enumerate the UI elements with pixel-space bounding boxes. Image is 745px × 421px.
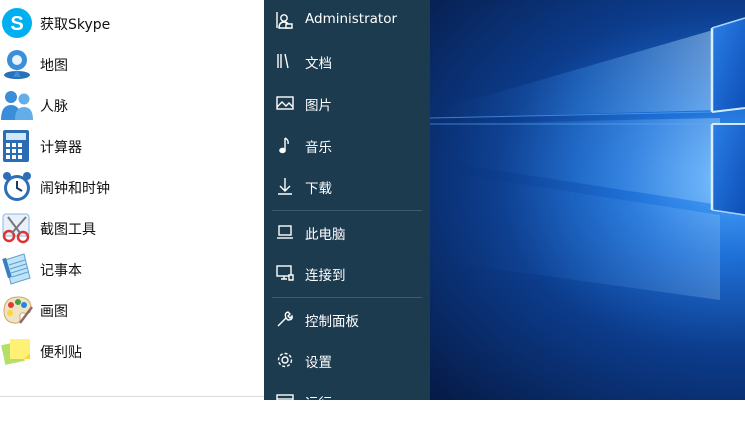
nav-item-this-pc[interactable]: 此电脑 bbox=[264, 212, 430, 252]
app-item-paint[interactable]: 画图 bbox=[0, 289, 264, 330]
this-pc-icon bbox=[275, 222, 295, 242]
run-icon bbox=[275, 391, 295, 411]
app-item-skype[interactable]: S 获取Skype bbox=[0, 2, 264, 43]
nav-item-control-panel[interactable]: 控制面板 bbox=[264, 299, 430, 339]
connect-icon bbox=[275, 263, 295, 283]
app-label-maps: 地图 bbox=[40, 58, 68, 74]
app-list-divider bbox=[0, 396, 264, 397]
app-item-notepad[interactable]: 记事本 bbox=[0, 248, 264, 289]
nav-item-connect[interactable]: 连接到 bbox=[264, 253, 430, 293]
app-label-skype: 获取Skype bbox=[40, 17, 111, 33]
nav-label-pictures: 图片 bbox=[305, 98, 332, 114]
nav-label-music: 音乐 bbox=[305, 140, 332, 156]
nav-item-settings[interactable]: 设置 bbox=[264, 340, 430, 380]
nav-label-connect: 连接到 bbox=[305, 268, 346, 284]
svg-text:S: S bbox=[10, 13, 23, 35]
nav-divider bbox=[272, 210, 422, 211]
app-item-snipping-tool[interactable]: 截图工具 bbox=[0, 207, 264, 248]
nav-label-user: Administrator bbox=[305, 11, 398, 27]
nav-label-documents: 文档 bbox=[305, 56, 332, 72]
app-label-calculator: 计算器 bbox=[40, 140, 82, 156]
app-label-snipping-tool: 截图工具 bbox=[40, 222, 96, 238]
desktop-wallpaper bbox=[430, 0, 745, 400]
nav-item-pictures[interactable]: 图片 bbox=[264, 83, 430, 123]
app-label-sticky-notes: 便利贴 bbox=[40, 345, 82, 361]
nav-divider bbox=[272, 297, 422, 298]
skype-icon: S bbox=[0, 6, 34, 40]
nav-item-downloads[interactable]: 下载 bbox=[264, 166, 430, 206]
nav-item-documents[interactable]: 文档 bbox=[264, 41, 430, 81]
user-account-icon bbox=[275, 10, 295, 30]
people-icon bbox=[0, 88, 34, 122]
paint-icon bbox=[0, 293, 34, 327]
notepad-icon bbox=[0, 252, 34, 286]
app-item-alarms-clock[interactable]: 闹钟和时钟 bbox=[0, 166, 264, 207]
settings-icon bbox=[275, 350, 295, 370]
windows-logo-light bbox=[430, 17, 745, 300]
start-menu-nav-pane: Administrator 文档 图片 音乐 下载 此电脑 连接到 控制面板 设… bbox=[264, 0, 430, 412]
pictures-icon bbox=[275, 93, 295, 113]
start-menu-app-list: S 获取Skype 地图 人脉 计算器 闹钟和时钟 截图工具 记事本 画图 便利… bbox=[0, 0, 264, 400]
nav-label-this-pc: 此电脑 bbox=[305, 227, 346, 243]
snipping-tool-icon bbox=[0, 211, 34, 245]
nav-item-run[interactable]: 运行 bbox=[264, 381, 430, 421]
control-panel-icon bbox=[275, 309, 295, 329]
app-item-maps[interactable]: 地图 bbox=[0, 43, 264, 84]
download-icon bbox=[275, 176, 295, 196]
nav-label-run: 运行 bbox=[305, 396, 332, 412]
app-item-calculator[interactable]: 计算器 bbox=[0, 125, 264, 166]
app-label-paint: 画图 bbox=[40, 304, 68, 320]
app-label-notepad: 记事本 bbox=[40, 263, 82, 279]
nav-item-user[interactable]: Administrator bbox=[264, 0, 430, 40]
music-icon bbox=[275, 135, 295, 155]
alarm-clock-icon bbox=[0, 170, 34, 204]
documents-icon bbox=[275, 51, 295, 71]
app-item-sticky-notes[interactable]: 便利贴 bbox=[0, 330, 264, 371]
nav-label-control-panel: 控制面板 bbox=[305, 314, 359, 330]
nav-label-settings: 设置 bbox=[305, 355, 332, 371]
nav-label-downloads: 下载 bbox=[305, 181, 332, 197]
nav-item-music[interactable]: 音乐 bbox=[264, 125, 430, 165]
sticky-notes-icon bbox=[0, 334, 34, 368]
calculator-icon bbox=[0, 129, 34, 163]
maps-icon bbox=[0, 47, 34, 81]
app-label-alarms-clock: 闹钟和时钟 bbox=[40, 181, 110, 197]
app-label-people: 人脉 bbox=[40, 99, 68, 115]
app-item-people[interactable]: 人脉 bbox=[0, 84, 264, 125]
